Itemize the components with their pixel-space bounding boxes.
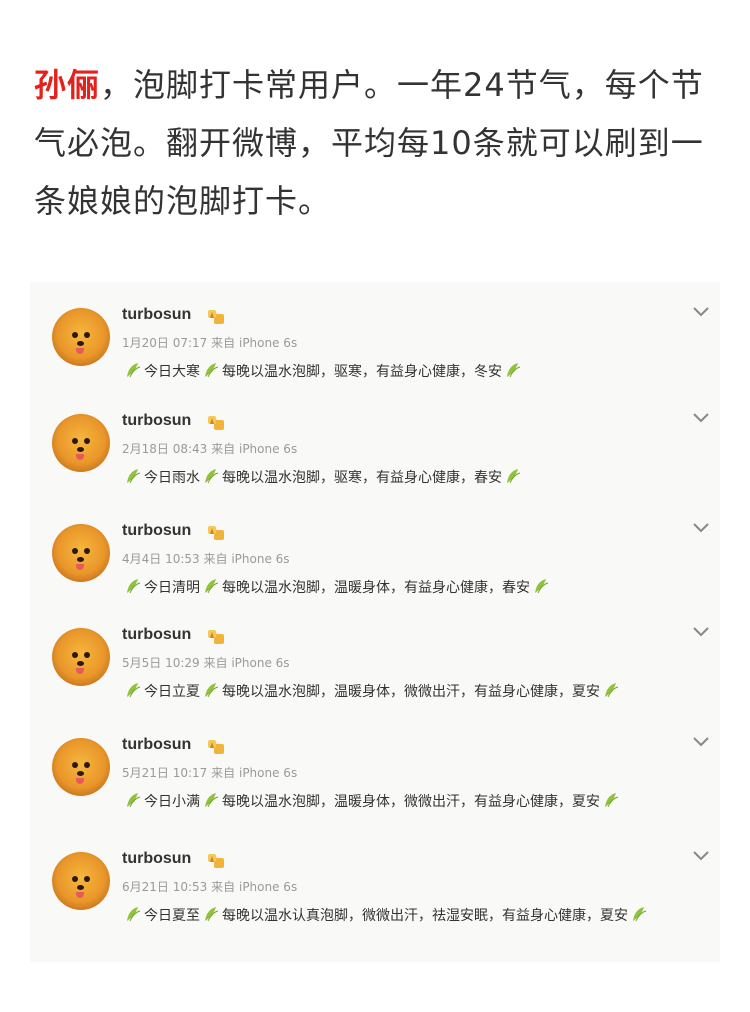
solar-term: 今日夏至 <box>144 908 200 924</box>
avatar[interactable] <box>52 524 110 582</box>
leaf-icon <box>205 579 219 594</box>
post-device: iPhone 6s <box>231 656 290 670</box>
leaf-icon <box>633 907 647 922</box>
post-date: 4月4日 10:53 <box>122 552 200 566</box>
leaf-icon <box>205 907 219 922</box>
leaf-icon <box>127 579 141 594</box>
post-source-prefix: 来自 <box>211 880 236 894</box>
solar-term: 今日大寒 <box>144 364 200 380</box>
post-content: 今日雨水 每晚以温水泡脚，驱寒，有益身心健康，春安 <box>122 464 712 492</box>
post-meta: 2月18日 08:43 来自 iPhone 6s <box>122 440 297 457</box>
post-content: 今日大寒 每晚以温水泡脚，驱寒，有益身心健康，冬安 <box>122 358 712 386</box>
post-content: 今日夏至 每晚以温水认真泡脚，微微出汗，祛湿安眠，有益身心健康，夏安 <box>122 902 712 930</box>
post-body: 每晚以温水泡脚，驱寒，有益身心健康，春安 <box>222 470 502 486</box>
leaf-icon <box>605 793 619 808</box>
vip-badge-icon <box>208 630 224 644</box>
post-meta: 6月21日 10:53 来自 iPhone 6s <box>122 878 297 895</box>
leaf-icon <box>205 683 219 698</box>
post-meta: 5月21日 10:17 来自 iPhone 6s <box>122 764 297 781</box>
post-meta: 1月20日 07:17 来自 iPhone 6s <box>122 334 297 351</box>
chevron-down-icon[interactable] <box>692 306 710 318</box>
post-body: 每晚以温水泡脚，温暖身体，微微出汗，有益身心健康，夏安 <box>222 684 600 700</box>
username[interactable]: turbosun <box>122 522 191 540</box>
vip-badge-icon <box>208 740 224 754</box>
chevron-down-icon[interactable] <box>692 626 710 638</box>
post-device: iPhone 6s <box>238 336 298 350</box>
leaf-icon <box>205 469 219 484</box>
leaf-icon <box>507 363 521 378</box>
leaf-icon <box>535 579 549 594</box>
avatar[interactable] <box>52 628 110 686</box>
post-body: 每晚以温水泡脚，温暖身体，有益身心健康，春安 <box>222 580 530 596</box>
username[interactable]: turbosun <box>122 736 191 754</box>
post-source-prefix: 来自 <box>203 656 228 670</box>
post-device: iPhone 6s <box>238 766 298 780</box>
post-source-prefix: 来自 <box>211 766 236 780</box>
leaf-icon <box>127 907 141 922</box>
username[interactable]: turbosun <box>122 412 191 430</box>
solar-term: 今日雨水 <box>144 470 200 486</box>
intro-paragraph: 孙俪，泡脚打卡常用户。一年24节气，每个节气必泡。翻开微博，平均每10条就可以刷… <box>34 56 724 230</box>
solar-term: 今日清明 <box>144 580 200 596</box>
leaf-icon <box>205 793 219 808</box>
chevron-down-icon[interactable] <box>692 850 710 862</box>
post-device: iPhone 6s <box>238 880 298 894</box>
highlighted-name: 孙俪 <box>34 66 101 104</box>
post-body: 每晚以温水认真泡脚，微微出汗，祛湿安眠，有益身心健康，夏 <box>222 908 614 924</box>
leaf-icon <box>605 683 619 698</box>
chevron-down-icon[interactable] <box>692 522 710 534</box>
leaf-icon <box>127 683 141 698</box>
solar-term: 今日小满 <box>144 794 200 810</box>
vip-badge-icon <box>208 854 224 868</box>
post-content: 今日小满 每晚以温水泡脚，温暖身体，微微出汗，有益身心健康，夏安 <box>122 788 712 816</box>
intro-text: ，泡脚打卡常用户。一年24节气，每个节气必泡。翻开微博，平均每10条就可以刷到一… <box>34 66 704 220</box>
weibo-feed: turbosun 1月20日 07:17 来自 iPhone 6s 今日大寒每晚… <box>30 282 720 962</box>
leaf-icon <box>127 363 141 378</box>
post-meta: 4月4日 10:53 来自 iPhone 6s <box>122 550 290 567</box>
leaf-icon <box>507 469 521 484</box>
leaf-icon <box>127 469 141 484</box>
avatar[interactable] <box>52 308 110 366</box>
post-body: 每晚以温水泡脚，驱寒，有益身心健康，冬安 <box>222 364 502 380</box>
post-source-prefix: 来自 <box>211 336 236 350</box>
avatar[interactable] <box>52 738 110 796</box>
post-meta: 5月5日 10:29 来自 iPhone 6s <box>122 654 290 671</box>
post-content: 今日立夏 每晚以温水泡脚，温暖身体，微微出汗，有益身心健康，夏安 <box>122 678 712 706</box>
post-body: 每晚以温水泡脚，温暖身体，微微出汗，有益身心健康，夏安 <box>222 794 600 810</box>
avatar[interactable] <box>52 414 110 472</box>
post-date: 5月21日 10:17 <box>122 766 208 780</box>
post-date: 2月18日 08:43 <box>122 442 208 456</box>
avatar[interactable] <box>52 852 110 910</box>
post-date: 1月20日 07:17 <box>122 336 208 350</box>
username[interactable]: turbosun <box>122 850 191 868</box>
post-date: 5月5日 10:29 <box>122 656 200 670</box>
post-source-prefix: 来自 <box>203 552 228 566</box>
post-device: iPhone 6s <box>238 442 298 456</box>
post-body-tail: 安 <box>614 908 628 924</box>
chevron-down-icon[interactable] <box>692 736 710 748</box>
post-device: iPhone 6s <box>231 552 290 566</box>
username[interactable]: turbosun <box>122 306 191 324</box>
vip-badge-icon <box>208 310 224 324</box>
leaf-icon <box>127 793 141 808</box>
chevron-down-icon[interactable] <box>692 412 710 424</box>
post-content: 今日清明 每晚以温水泡脚，温暖身体，有益身心健康，春安 <box>122 574 712 602</box>
post-date: 6月21日 10:53 <box>122 880 208 894</box>
vip-badge-icon <box>208 526 224 540</box>
post-source-prefix: 来自 <box>211 442 236 456</box>
solar-term: 今日立夏 <box>144 684 200 700</box>
leaf-icon <box>205 363 219 378</box>
vip-badge-icon <box>208 416 224 430</box>
username[interactable]: turbosun <box>122 626 191 644</box>
